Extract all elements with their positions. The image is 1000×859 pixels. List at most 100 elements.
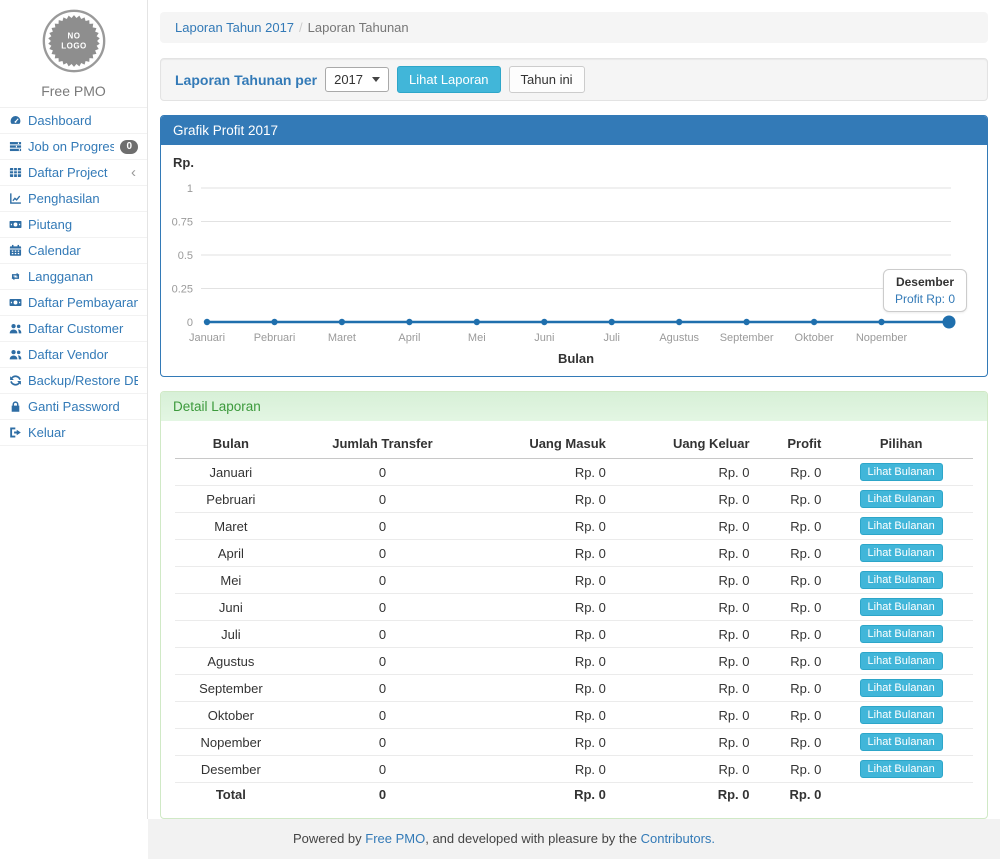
cell-profit: Rp. 0 [758,729,830,756]
cell-uang_masuk: Rp. 0 [478,675,614,702]
sidebar-menu: Dashboard Job on Progress 0 Daftar Proje… [0,107,147,446]
lihat-bulanan-button[interactable]: Lihat Bulanan [860,733,943,751]
main-content: Laporan Tahun 2017/Laporan Tahunan Lapor… [148,0,1000,819]
cell-uang_masuk: Rp. 0 [478,729,614,756]
cell-bulan: April [175,540,287,567]
lihat-bulanan-button[interactable]: Lihat Bulanan [860,706,943,724]
table-row: Desember 0 Rp. 0 Rp. 0 Rp. 0 Lihat Bulan… [175,756,973,783]
cell-profit: Rp. 0 [758,594,830,621]
detail-panel-title: Detail Laporan [161,392,987,421]
cell-bulan: Oktober [175,702,287,729]
breadcrumb-link[interactable]: Laporan Tahun 2017 [175,20,294,35]
svg-text:Bulan: Bulan [558,351,594,366]
table-row: April 0 Rp. 0 Rp. 0 Rp. 0 Lihat Bulanan [175,540,973,567]
col-header-bulan: Bulan [175,429,287,459]
svg-text:Mei: Mei [468,332,486,344]
cell-uang_keluar: Rp. 0 [614,459,758,486]
cell-jumlah_transfer: 0 [287,756,479,783]
cell-uang_keluar: Rp. 0 [614,729,758,756]
lihat-bulanan-button[interactable]: Lihat Bulanan [860,652,943,670]
lihat-laporan-button[interactable]: Lihat Laporan [397,66,501,93]
sidebar-item-dashboard[interactable]: Dashboard [0,108,147,134]
footer-link-free-pmo[interactable]: Free PMO [365,831,425,846]
lihat-bulanan-button[interactable]: Lihat Bulanan [860,490,943,508]
lihat-bulanan-button[interactable]: Lihat Bulanan [860,760,943,778]
cell-uang_masuk: Rp. 0 [478,756,614,783]
sidebar-item-ganti-password[interactable]: Ganti Password [0,394,147,420]
sidebar-item-daftar-project[interactable]: Daftar Project ‹ [0,160,147,186]
svg-text:0: 0 [187,317,193,329]
cell-uang_keluar: Rp. 0 [614,648,758,675]
lihat-bulanan-button[interactable]: Lihat Bulanan [860,598,943,616]
cell-jumlah_transfer: 0 [287,594,479,621]
chart-panel-title: Grafik Profit 2017 [161,116,987,145]
svg-text:Pebruari: Pebruari [254,332,296,344]
table-row: Mei 0 Rp. 0 Rp. 0 Rp. 0 Lihat Bulanan [175,567,973,594]
app-root: NO LOGO Free PMO Dashboard Job on Progre… [0,0,1000,819]
sidebar-item-calendar[interactable]: Calendar [0,238,147,264]
lihat-bulanan-button[interactable]: Lihat Bulanan [860,571,943,589]
table-header-row: Bulan Jumlah Transfer Uang Masuk Uang Ke… [175,429,973,459]
cell-uang_keluar: Rp. 0 [614,702,758,729]
cell-uang_keluar: Rp. 0 [614,540,758,567]
cell-uang_keluar: Rp. 0 [614,567,758,594]
chart-line-icon [9,192,22,205]
svg-text:Agustus: Agustus [659,332,699,344]
table-row: Oktober 0 Rp. 0 Rp. 0 Rp. 0 Lihat Bulana… [175,702,973,729]
users-icon [9,348,22,361]
sidebar-item-piutang[interactable]: Piutang [0,212,147,238]
no-logo-badge: NO LOGO [41,8,107,74]
sidebar-item-backup-restore-db[interactable]: Backup/Restore DB [0,368,147,394]
sidebar-item-penghasilan[interactable]: Penghasilan [0,186,147,212]
svg-text:Maret: Maret [328,332,356,344]
cell-uang_masuk: Rp. 0 [478,621,614,648]
tasks-icon [9,140,22,153]
tooltip-value: Profit Rp: 0 [895,292,955,306]
sidebar-item-daftar-pembayaran[interactable]: Daftar Pembayaran [0,290,147,316]
cell-uang_masuk: Rp. 0 [478,513,614,540]
table-row: Juli 0 Rp. 0 Rp. 0 Rp. 0 Lihat Bulanan [175,621,973,648]
svg-text:Januari: Januari [189,332,225,344]
sidebar: NO LOGO Free PMO Dashboard Job on Progre… [0,0,148,819]
lihat-bulanan-button[interactable]: Lihat Bulanan [860,625,943,643]
svg-text:0.25: 0.25 [172,284,193,296]
cell-jumlah_transfer: 0 [287,621,479,648]
cell-uang_masuk: Rp. 0 [478,486,614,513]
footer-link-contributors[interactable]: Contributors. [641,831,715,846]
svg-text:0.5: 0.5 [178,250,193,262]
footer-text-middle: , and developed with pleasure by the [425,831,640,846]
svg-text:Nopember: Nopember [856,332,908,344]
calendar-icon [9,244,22,257]
lihat-bulanan-button[interactable]: Lihat Bulanan [860,463,943,481]
cell-jumlah_transfer: 0 [287,729,479,756]
sidebar-item-job-on-progress[interactable]: Job on Progress 0 [0,134,147,160]
svg-text:1: 1 [187,183,193,195]
cell-bulan: Desember [175,756,287,783]
profit-chart: Rp.00.250.50.751JanuariPebruariMaretApri… [161,145,987,376]
year-select-value: 2017 [334,72,363,87]
sidebar-item-daftar-vendor[interactable]: Daftar Vendor [0,342,147,368]
cell-profit: Rp. 0 [758,675,830,702]
table-icon [9,166,22,179]
sidebar-item-daftar-customer[interactable]: Daftar Customer [0,316,147,342]
cell-uang_masuk: Rp. 0 [478,702,614,729]
cell-jumlah_transfer: 0 [287,648,479,675]
cell-bulan: September [175,675,287,702]
table-row: September 0 Rp. 0 Rp. 0 Rp. 0 Lihat Bula… [175,675,973,702]
cell-profit: Rp. 0 [758,459,830,486]
cell-uang_keluar: Rp. 0 [614,513,758,540]
chart-tooltip: Desember Profit Rp: 0 [883,269,967,312]
lihat-bulanan-button[interactable]: Lihat Bulanan [860,544,943,562]
table-row: Nopember 0 Rp. 0 Rp. 0 Rp. 0 Lihat Bulan… [175,729,973,756]
breadcrumb: Laporan Tahun 2017/Laporan Tahunan [160,12,988,43]
cell-profit: Rp. 0 [758,756,830,783]
lihat-bulanan-button[interactable]: Lihat Bulanan [860,679,943,697]
year-select[interactable]: 2017 [325,67,389,92]
tahun-ini-button[interactable]: Tahun ini [509,66,585,93]
sidebar-item-keluar[interactable]: Keluar [0,420,147,446]
money-icon [9,296,22,309]
sidebar-item-langganan[interactable]: Langganan [0,264,147,290]
cell-uang_masuk: Rp. 0 [478,567,614,594]
lihat-bulanan-button[interactable]: Lihat Bulanan [860,517,943,535]
sign-out-icon [9,426,22,439]
